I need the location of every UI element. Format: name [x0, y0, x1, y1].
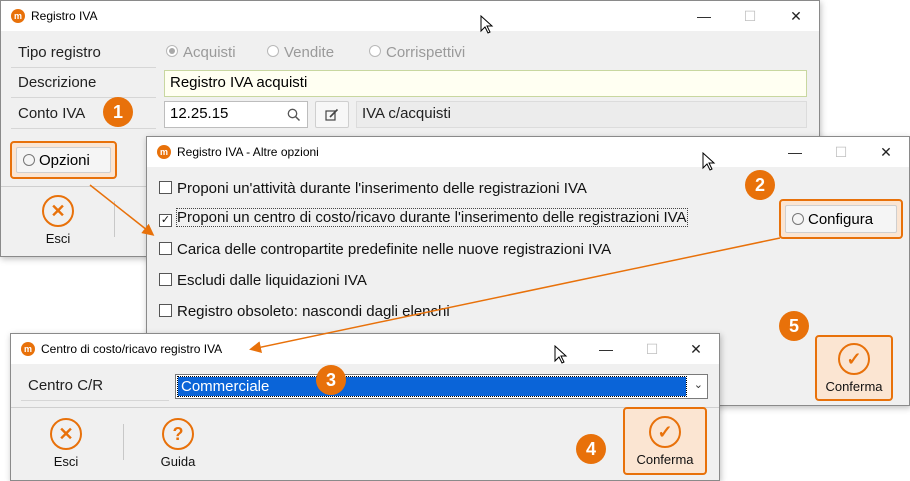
mouse-cursor-icon — [702, 152, 716, 171]
opzioni-inner: Opzioni — [16, 147, 111, 173]
edit-conto-button[interactable] — [315, 101, 349, 128]
app-logo-icon: m — [11, 9, 25, 23]
radio-acquisti-label: Acquisti — [183, 44, 236, 61]
esci-label: Esci — [45, 231, 71, 246]
radio-icon — [267, 45, 279, 57]
check-carica-contropartite[interactable]: Carica delle contropartite predefinite n… — [159, 241, 611, 258]
callout-1: 1 — [103, 97, 133, 127]
close-circle-icon: ✕ — [42, 195, 74, 227]
window-title: Centro di costo/ricavo registro IVA — [41, 342, 223, 356]
check-proponi-attivita[interactable]: Proponi un'attività durante l'inseriment… — [159, 180, 587, 197]
checkbox-checked-icon: ✓ — [159, 214, 172, 227]
check-label: Proponi un centro di costo/ricavo durant… — [176, 208, 688, 227]
centro-cr-select[interactable]: Commerciale ⌄ — [175, 374, 708, 399]
conto-iva-description: IVA c/acquisti — [356, 101, 807, 128]
esci-label: Esci — [53, 454, 79, 469]
divider — [21, 400, 169, 401]
tipo-registro-label: Tipo registro — [18, 44, 101, 61]
title-bar: m Centro di costo/ricavo registro IVA — … — [11, 334, 719, 364]
configura-button[interactable]: Configura — [779, 199, 903, 239]
maximize-button[interactable]: ☐ — [727, 1, 773, 31]
footer-divider — [11, 407, 719, 408]
divider — [11, 97, 156, 98]
check-circle-icon: ✓ — [649, 416, 681, 448]
checkbox-icon — [159, 242, 172, 255]
conto-iva-label: Conto IVA — [18, 105, 86, 122]
guida-button[interactable]: ? Guida — [148, 418, 208, 469]
conto-iva-input[interactable]: 12.25.15 — [164, 101, 308, 128]
mouse-cursor-icon — [554, 345, 568, 364]
check-circle-icon: ✓ — [838, 343, 870, 375]
checkbox-icon — [159, 273, 172, 286]
conferma-label: Conferma — [636, 452, 694, 467]
title-bar: m Registro IVA - Altre opzioni — ☐ ✕ — [147, 137, 909, 167]
check-label: Proponi un'attività durante l'inseriment… — [177, 180, 587, 197]
centro-cr-label: Centro C/R — [28, 377, 104, 394]
conferma-label: Conferma — [825, 379, 883, 394]
close-circle-icon: ✕ — [50, 418, 82, 450]
maximize-button[interactable]: ☐ — [818, 137, 864, 167]
callout-4: 4 — [576, 434, 606, 464]
radio-icon — [23, 154, 35, 166]
centro-cr-selected: Commerciale — [177, 376, 687, 397]
radio-corrispettivi[interactable]: Corrispettivi — [369, 44, 465, 61]
opzioni-button[interactable]: Opzioni — [10, 141, 117, 179]
conferma-inner: ✓ Conferma — [625, 416, 705, 467]
close-button[interactable]: ✕ — [773, 1, 819, 31]
conferma-button[interactable]: ✓ Conferma — [815, 335, 893, 401]
esci-button[interactable]: ✕ Esci — [28, 195, 88, 246]
close-button[interactable]: ✕ — [673, 334, 719, 364]
check-registro-obsoleto[interactable]: Registro obsoleto: nascondi dagli elench… — [159, 303, 450, 320]
check-label: Escludi dalle liquidazioni IVA — [177, 272, 367, 289]
close-button[interactable]: ✕ — [863, 137, 909, 167]
checkbox-icon — [159, 181, 172, 194]
chevron-down-icon[interactable]: ⌄ — [694, 378, 703, 391]
radio-selected-icon — [166, 45, 178, 57]
conferma-button[interactable]: ✓ Conferma — [623, 407, 707, 475]
edit-icon — [325, 108, 339, 121]
footer-separator — [114, 201, 115, 237]
conferma-inner: ✓ Conferma — [817, 343, 891, 394]
mouse-cursor-icon — [480, 15, 494, 34]
search-icon[interactable] — [287, 108, 301, 122]
window-title: Registro IVA — [31, 9, 98, 23]
radio-acquisti[interactable]: Acquisti — [166, 44, 236, 61]
centro-costo-window: m Centro di costo/ricavo registro IVA — … — [10, 333, 720, 481]
callout-5: 5 — [779, 311, 809, 341]
radio-vendite[interactable]: Vendite — [267, 44, 334, 61]
opzioni-label: Opzioni — [39, 152, 90, 169]
check-label: Registro obsoleto: nascondi dagli elench… — [177, 303, 450, 320]
help-circle-icon: ? — [162, 418, 194, 450]
guida-label: Guida — [160, 454, 196, 469]
callout-3: 3 — [316, 365, 346, 395]
radio-vendite-label: Vendite — [284, 44, 335, 61]
minimize-button[interactable]: — — [681, 1, 727, 31]
maximize-button[interactable]: ☐ — [629, 334, 675, 364]
checkbox-icon — [159, 304, 172, 317]
check-escludi-liquidazioni[interactable]: Escludi dalle liquidazioni IVA — [159, 272, 367, 289]
title-bar: m Registro IVA — ☐ ✕ — [1, 1, 819, 31]
minimize-button[interactable]: — — [583, 334, 629, 364]
descrizione-label: Descrizione — [18, 74, 97, 91]
divider — [11, 67, 156, 68]
radio-icon — [369, 45, 381, 57]
divider — [11, 128, 156, 129]
radio-icon — [792, 213, 804, 225]
check-proponi-centro[interactable]: ✓ Proponi un centro di costo/ricavo duran… — [159, 208, 688, 227]
configura-inner: Configura — [785, 205, 897, 233]
app-logo-icon: m — [21, 342, 35, 356]
check-label: Carica delle contropartite predefinite n… — [177, 241, 612, 258]
footer-separator — [123, 424, 124, 460]
window-title: Registro IVA - Altre opzioni — [177, 145, 319, 159]
configura-label: Configura — [808, 211, 874, 228]
descrizione-input[interactable]: Registro IVA acquisti — [164, 70, 807, 97]
conto-iva-value: 12.25.15 — [170, 105, 229, 122]
callout-2: 2 — [745, 170, 775, 200]
app-logo-icon: m — [157, 145, 171, 159]
radio-corrispettivi-label: Corrispettivi — [386, 44, 466, 61]
esci-button[interactable]: ✕ Esci — [36, 418, 96, 469]
minimize-button[interactable]: — — [772, 137, 818, 167]
